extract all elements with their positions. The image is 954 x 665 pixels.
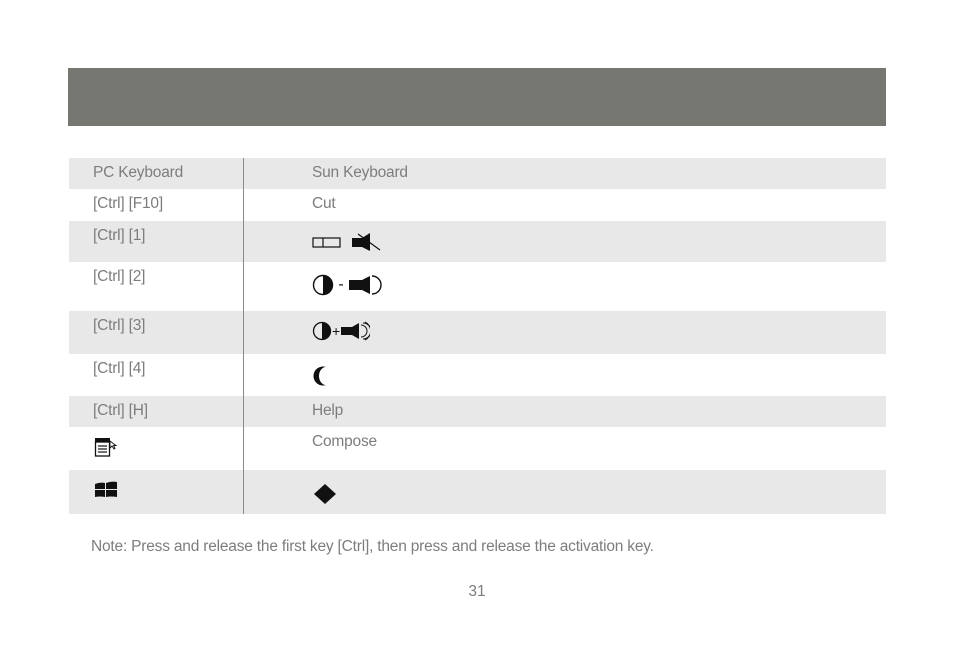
pc-key: [Ctrl] [1] xyxy=(93,227,146,244)
volume-down-icon xyxy=(348,275,382,295)
table-header-row: PC Keyboard Sun Keyboard xyxy=(69,158,886,189)
sun-key: Cut xyxy=(312,195,336,212)
windows-key-icon xyxy=(95,481,117,497)
pc-key: [Ctrl] [4] xyxy=(93,360,146,377)
sun-key: Compose xyxy=(312,433,377,450)
pc-key: [Ctrl] [2] xyxy=(93,268,146,285)
table-row: [Ctrl] [4] xyxy=(69,354,886,396)
brightness-icon xyxy=(312,321,332,341)
note-text: Note: Press and release the first key [C… xyxy=(91,538,654,555)
section-banner xyxy=(68,68,886,126)
pc-key: [Ctrl] [3] xyxy=(93,317,146,334)
header-sun-keyboard: Sun Keyboard xyxy=(312,164,408,181)
table-row: [Ctrl] [H] Help xyxy=(69,396,886,427)
display-off-icon xyxy=(312,237,341,248)
brightness-icon xyxy=(312,274,334,296)
table-row: Compose xyxy=(69,427,886,470)
table-row: [Ctrl] [3] + xyxy=(69,311,886,354)
pc-key: [Ctrl] [F10] xyxy=(93,195,163,212)
page-number: 31 xyxy=(468,583,486,600)
table-row: [Ctrl] [F10] Cut xyxy=(69,189,886,221)
table-row: [Ctrl] [1] xyxy=(69,221,886,262)
volume-up-icon xyxy=(341,321,371,341)
menu-key-icon xyxy=(94,438,118,457)
keyboard-mapping-table: PC Keyboard Sun Keyboard [Ctrl] [F10] Cu… xyxy=(69,158,886,514)
pc-key: [Ctrl] [H] xyxy=(93,402,148,419)
sun-key: Help xyxy=(312,402,344,419)
header-pc-keyboard: PC Keyboard xyxy=(93,164,183,181)
sleep-moon-icon xyxy=(313,366,326,386)
minus-sign: - xyxy=(338,276,344,293)
table-row: [Ctrl] [2] - xyxy=(69,262,886,311)
speaker-mute-icon xyxy=(352,233,381,251)
table-row xyxy=(69,470,886,514)
plus-sign: + xyxy=(332,323,341,339)
meta-diamond-icon xyxy=(314,484,336,504)
